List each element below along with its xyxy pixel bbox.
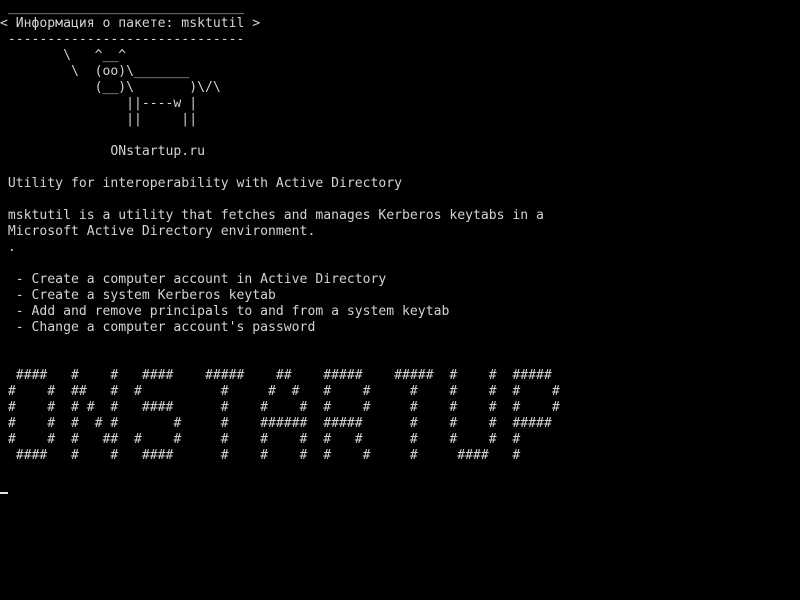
feature-list-item: - Change a computer account's password bbox=[0, 320, 316, 335]
banner-ascii-line-5: # # # ## # # # # # # # # # # # bbox=[0, 432, 521, 447]
speech-bubble-text: < Информация о пакете: msktutil > bbox=[0, 16, 261, 31]
cow-ascii-line-1: \ ^__^ bbox=[0, 48, 127, 63]
banner-ascii-line-1: #### # # #### ##### ## ##### ##### # # #… bbox=[0, 368, 552, 383]
speech-bubble-top-border: ______________________________ bbox=[0, 0, 245, 15]
speech-bubble-bottom-border: ------------------------------ bbox=[0, 32, 245, 47]
package-description-line-2: Microsoft Active Directory environment. bbox=[0, 224, 316, 239]
package-description-dot: . bbox=[0, 240, 16, 255]
package-description-line-1: msktutil is a utility that fetches and m… bbox=[0, 208, 544, 223]
cow-ascii-line-2: \ (oo)\_______ bbox=[0, 64, 190, 79]
package-summary: Utility for interoperability with Active… bbox=[0, 176, 403, 191]
banner-ascii-line-2: # # ## # # # # # # # # # # # # bbox=[0, 384, 560, 399]
cow-ascii-line-5: || || bbox=[0, 112, 198, 127]
banner-ascii-line-6: #### # # #### # # # # # # #### # bbox=[0, 448, 521, 463]
cow-ascii-line-4: ||----w | bbox=[0, 96, 198, 111]
terminal-screen: ______________________________ < Информа… bbox=[0, 0, 800, 600]
cow-ascii-line-3: (__)\ )\/\ bbox=[0, 80, 221, 95]
site-credit: ONstartup.ru bbox=[0, 144, 205, 159]
feature-list-item: - Create a computer account in Active Di… bbox=[0, 272, 387, 287]
feature-list-item: - Add and remove principals to and from … bbox=[0, 304, 450, 319]
terminal-cursor[interactable] bbox=[0, 492, 8, 494]
banner-ascii-line-4: # # # # # # # ###### ##### # # # ##### bbox=[0, 416, 552, 431]
banner-ascii-line-3: # # # # # #### # # # # # # # # # # bbox=[0, 400, 560, 415]
feature-list-item: - Create a system Kerberos keytab bbox=[0, 288, 276, 303]
